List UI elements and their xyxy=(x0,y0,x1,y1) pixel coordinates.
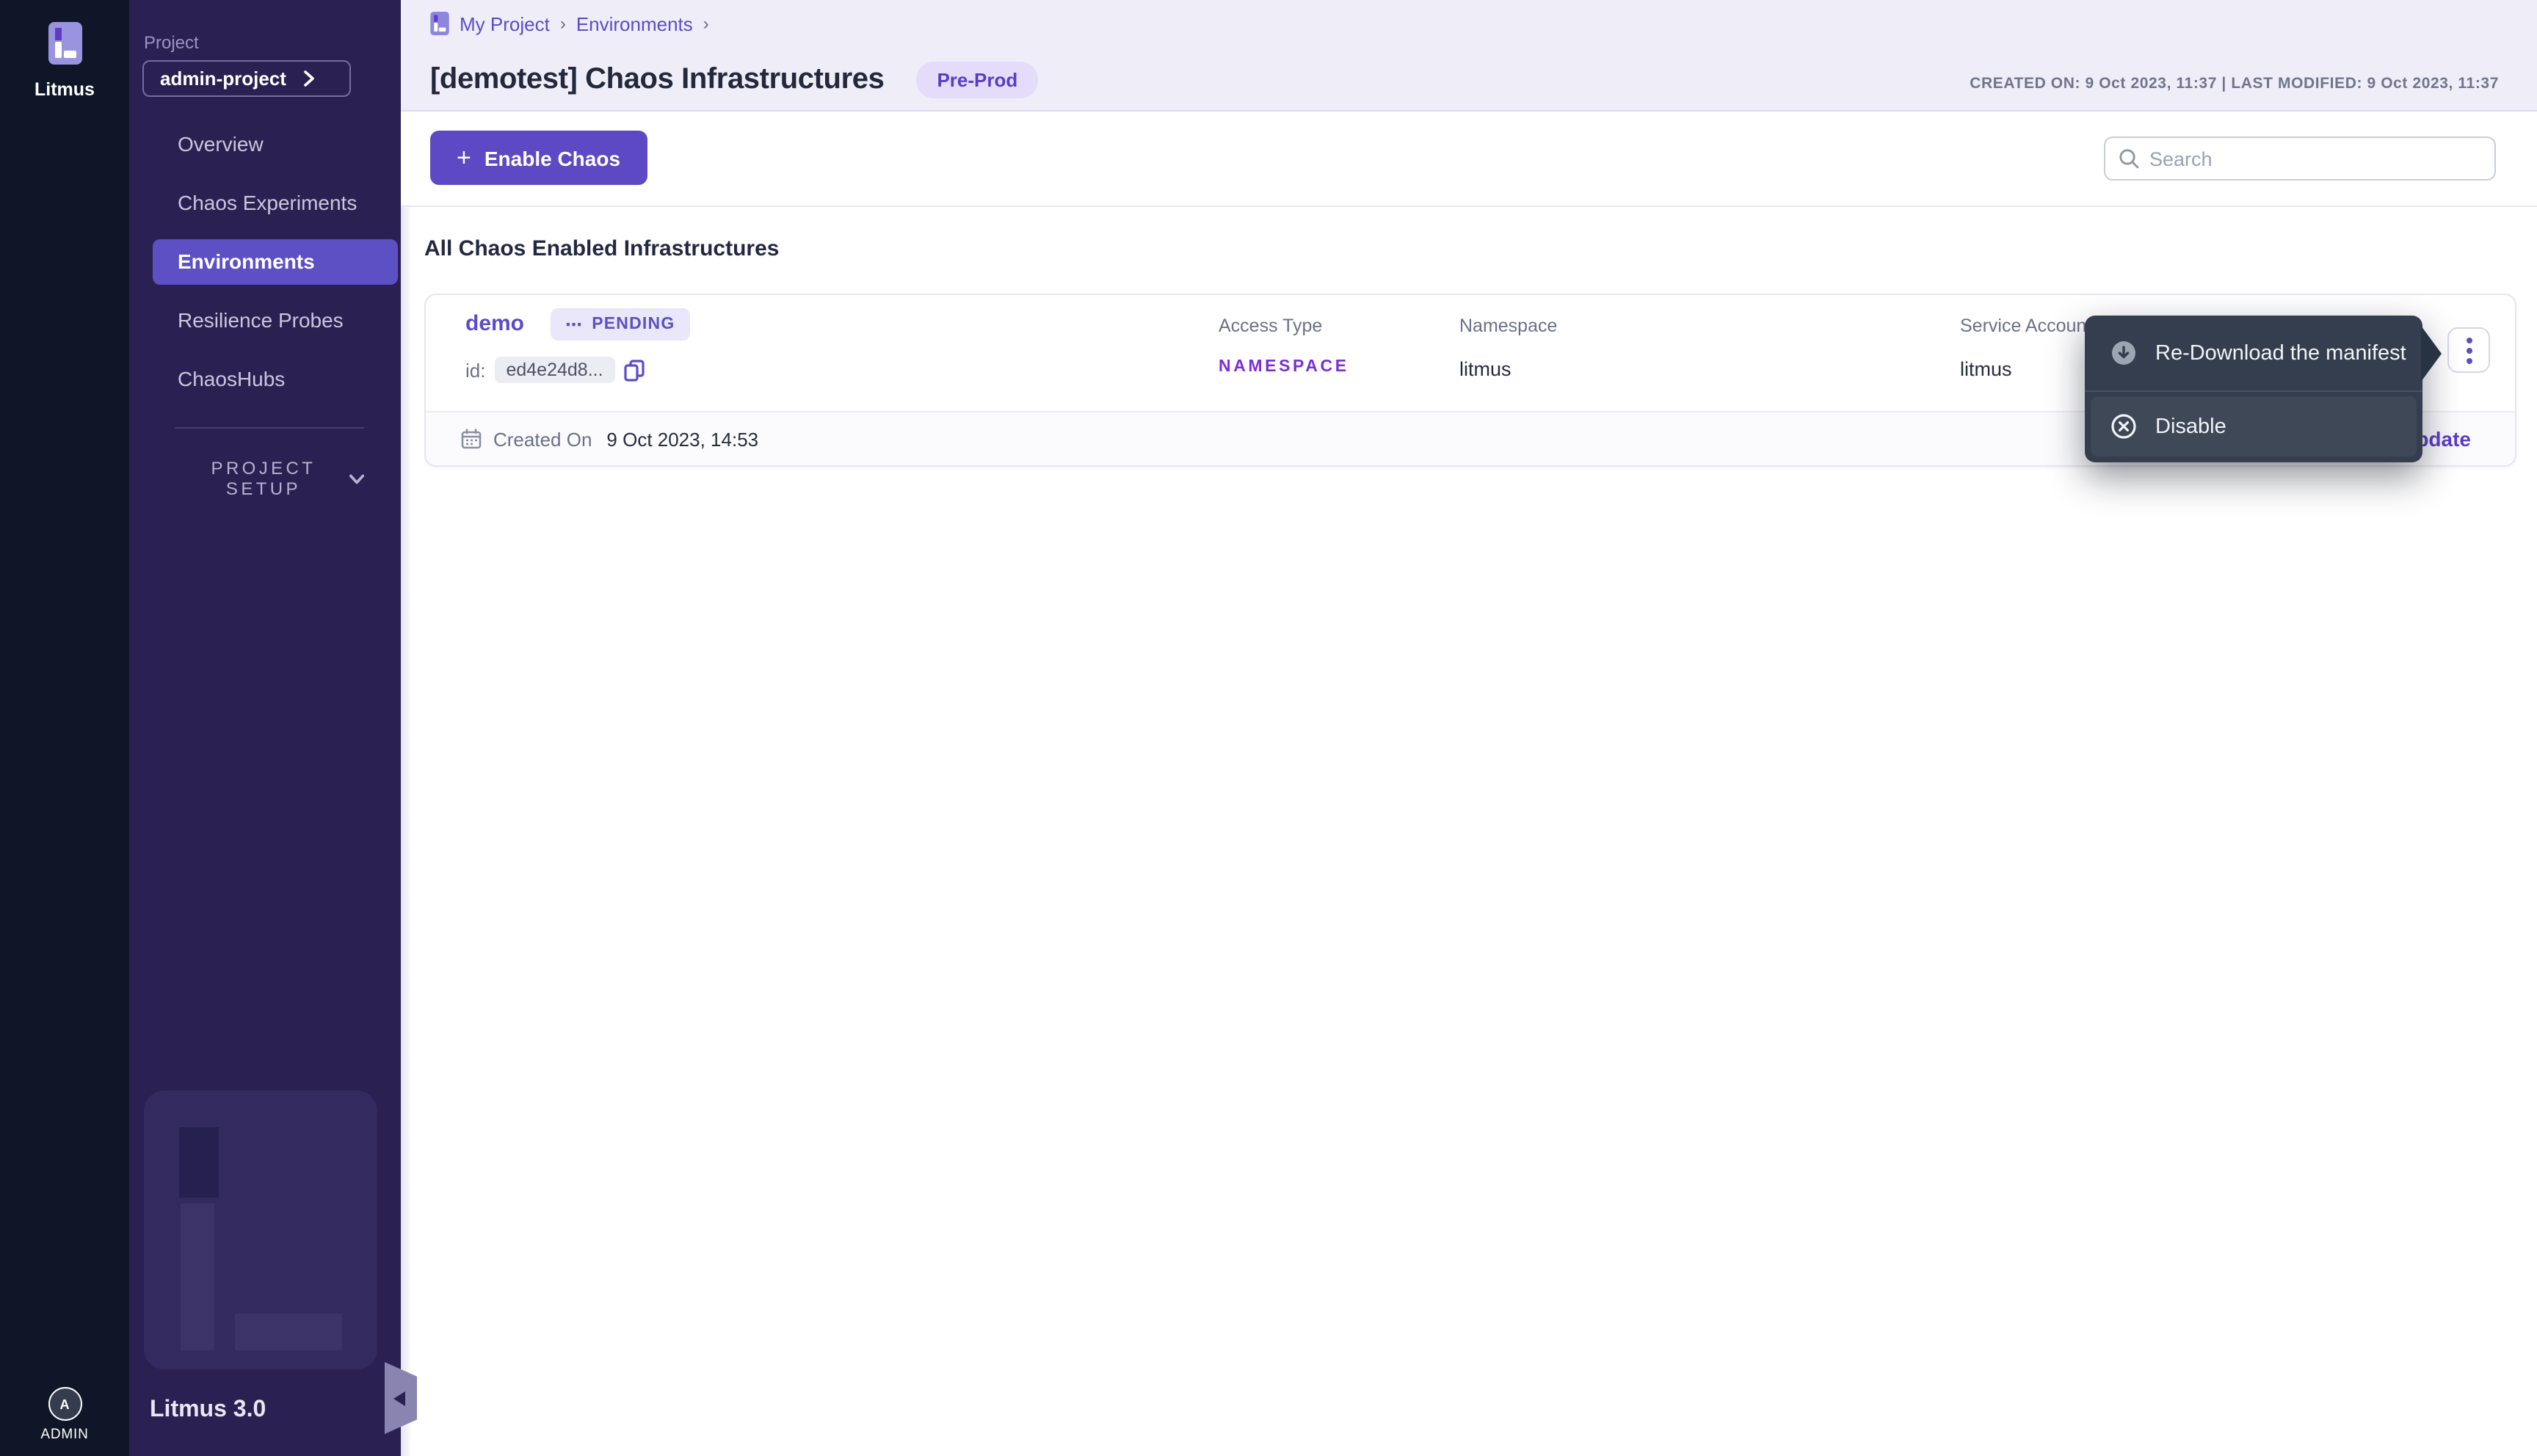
cross-circle-icon xyxy=(2111,414,2136,439)
context-menu: Re-Download the manifest Disable xyxy=(2085,316,2422,462)
sidebar-item-overview[interactable]: Overview xyxy=(129,114,401,173)
app-version: Litmus 3.0 xyxy=(150,1397,266,1424)
column-label: Access Type xyxy=(1219,316,1322,336)
status-badge: ⋯ PENDING xyxy=(551,308,689,341)
litmus-logo: Litmus xyxy=(0,22,129,100)
sidebar-item-chaoshubs[interactable]: ChaosHubs xyxy=(129,349,401,408)
main-area: My Project › Environments › [demotest] C… xyxy=(401,0,2537,1456)
collapse-sidebar-icon xyxy=(393,1391,405,1405)
id-value: ed4e24d8... xyxy=(494,357,614,383)
sidebar-divider xyxy=(175,427,364,429)
created-on-label: Created On xyxy=(493,428,592,450)
page-header: My Project › Environments › [demotest] C… xyxy=(401,0,2537,112)
search-box xyxy=(2104,136,2496,181)
calendar-icon xyxy=(461,429,482,449)
avatar[interactable]: A xyxy=(48,1387,81,1421)
context-menu-arrow xyxy=(2421,326,2442,382)
content: All Chaos Enabled Infrastructures demo ⋯… xyxy=(401,207,2537,1456)
status-label: PENDING xyxy=(592,316,675,333)
litmus-watermark xyxy=(144,1091,377,1369)
namespace-value: litmus xyxy=(1459,358,1511,380)
project-selector[interactable]: admin-project xyxy=(142,60,351,97)
breadcrumb: My Project › Environments › xyxy=(430,12,709,35)
kebab-menu-icon xyxy=(2466,357,2472,363)
breadcrumb-link-environments[interactable]: Environments xyxy=(576,12,693,34)
chevron-down-icon xyxy=(349,473,364,484)
sidebar-item-label: ChaosHubs xyxy=(178,367,285,390)
id-label: id: xyxy=(465,359,485,381)
breadcrumb-separator: › xyxy=(703,13,709,34)
page-title: [demotest] Chaos Infrastructures xyxy=(430,63,884,97)
kebab-menu-icon xyxy=(2466,337,2472,343)
sidebar-item-chaos-experiments[interactable]: Chaos Experiments xyxy=(129,173,401,232)
litmus-breadcrumb-icon xyxy=(430,12,449,35)
kebab-menu-button[interactable] xyxy=(2447,327,2490,373)
section-heading: All Chaos Enabled Infrastructures xyxy=(424,236,779,261)
environment-type-badge: Pre-Prod xyxy=(916,62,1038,98)
app-rail: Litmus A ADMIN xyxy=(0,0,129,1456)
menu-item-redownload-manifest[interactable]: Re-Download the manifest xyxy=(2085,316,2422,392)
enable-chaos-label: Enable Chaos xyxy=(484,146,620,170)
column-label: Namespace xyxy=(1459,316,1557,336)
created-on: Created On 9 Oct 2023, 14:53 xyxy=(461,428,758,450)
download-circle-icon xyxy=(2111,341,2136,365)
copy-icon xyxy=(624,359,645,381)
logo-text: Litmus xyxy=(0,79,129,100)
app-root: Litmus A ADMIN Project admin-project Ove… xyxy=(0,0,2537,1456)
avatar-label: ADMIN xyxy=(0,1427,129,1443)
kebab-menu-icon xyxy=(2466,347,2472,353)
sidebar: Project admin-project Overview Chaos Exp… xyxy=(129,0,401,1456)
chevron-right-icon xyxy=(304,70,314,87)
breadcrumb-link-my-project[interactable]: My Project xyxy=(460,12,550,34)
search-input[interactable] xyxy=(2149,148,2494,170)
watermark-bar xyxy=(235,1314,342,1350)
plus-icon: + xyxy=(457,145,471,170)
infrastructure-id-row: id: ed4e24d8... xyxy=(465,357,645,383)
sidebar-item-label: Environments xyxy=(178,250,315,273)
project-name: admin-project xyxy=(160,68,286,90)
title-row: [demotest] Chaos Infrastructures Pre-Pro… xyxy=(430,62,1038,98)
litmus-logo-icon xyxy=(48,22,81,65)
pending-dots-icon: ⋯ xyxy=(565,314,583,335)
menu-item-disable[interactable]: Disable xyxy=(2091,396,2417,456)
project-setup-label: PROJECT SETUP xyxy=(178,458,349,499)
project-label: Project xyxy=(144,32,199,53)
avatar-initial: A xyxy=(60,1397,70,1411)
sidebar-item-label: Overview xyxy=(178,132,264,156)
project-setup-toggle[interactable]: PROJECT SETUP xyxy=(178,458,364,499)
sidebar-nav: Overview Chaos Experiments Environments … xyxy=(129,114,401,408)
toolbar: + Enable Chaos xyxy=(401,112,2537,207)
sidebar-item-label: Chaos Experiments xyxy=(178,191,357,214)
sidebar-item-label: Resilience Probes xyxy=(178,308,344,332)
menu-item-label: Disable xyxy=(2155,415,2226,438)
created-on-value: 9 Oct 2023, 14:53 xyxy=(606,428,758,450)
menu-item-label: Re-Download the manifest xyxy=(2155,341,2406,365)
infrastructure-name-link[interactable]: demo xyxy=(465,311,524,336)
sidebar-item-resilience-probes[interactable]: Resilience Probes xyxy=(129,291,401,349)
access-type-value: NAMESPACE xyxy=(1219,358,1349,376)
service-account-value: litmus xyxy=(1960,358,2012,380)
copy-id-button[interactable] xyxy=(624,359,645,381)
watermark-bar xyxy=(181,1204,214,1350)
breadcrumb-separator: › xyxy=(560,13,566,34)
user-area: A ADMIN xyxy=(0,1387,129,1443)
enable-chaos-button[interactable]: + Enable Chaos xyxy=(430,131,647,185)
search-icon xyxy=(2119,148,2139,169)
watermark-bar xyxy=(179,1127,219,1198)
created-modified-meta: CREATED ON: 9 Oct 2023, 11:37 | LAST MOD… xyxy=(1970,75,2499,92)
column-label: Service Account xyxy=(1960,316,2091,336)
sidebar-item-environments[interactable]: Environments xyxy=(153,239,398,284)
